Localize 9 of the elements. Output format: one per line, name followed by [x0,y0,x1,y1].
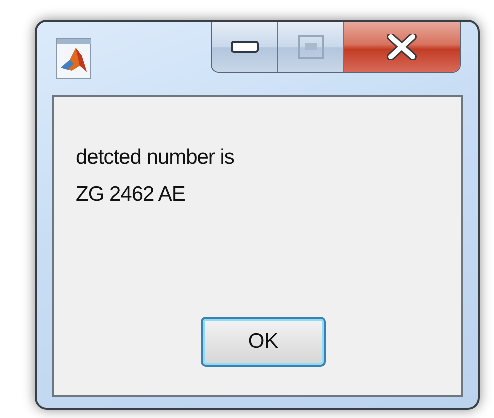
app-icon [56,38,92,80]
minimize-icon [230,41,258,53]
message-text: detcted number is [76,145,236,170]
ok-button[interactable]: OK [201,317,326,367]
maximize-icon [298,35,324,59]
close-button[interactable] [344,22,460,72]
message-text: ZG 2462 AE [76,182,186,207]
close-icon [387,34,417,60]
minimize-button[interactable] [212,22,278,72]
